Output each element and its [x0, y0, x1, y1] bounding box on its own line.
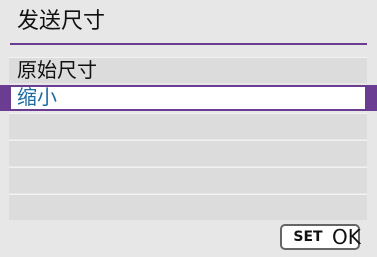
set-button-label: SET [289, 228, 327, 246]
selection-marker-left [0, 85, 9, 111]
menu-item-empty-3 [9, 167, 367, 193]
menu-item-empty-1 [9, 113, 367, 139]
set-ok-button[interactable]: SET OK [280, 224, 361, 250]
menu-item-empty-4 [9, 194, 367, 220]
menu-item-empty-2 [9, 140, 367, 166]
ok-label: OK [332, 225, 361, 249]
menu-item-original-size[interactable]: 原始尺寸 [9, 57, 367, 83]
title-divider [10, 43, 367, 45]
menu-item-reduced-size[interactable]: 缩小 [9, 85, 367, 111]
page-title: 发送尺寸 [17, 9, 106, 34]
selection-marker-right [367, 85, 377, 111]
camera-menu-screen: 发送尺寸 原始尺寸 缩小 SET OK [0, 0, 377, 257]
